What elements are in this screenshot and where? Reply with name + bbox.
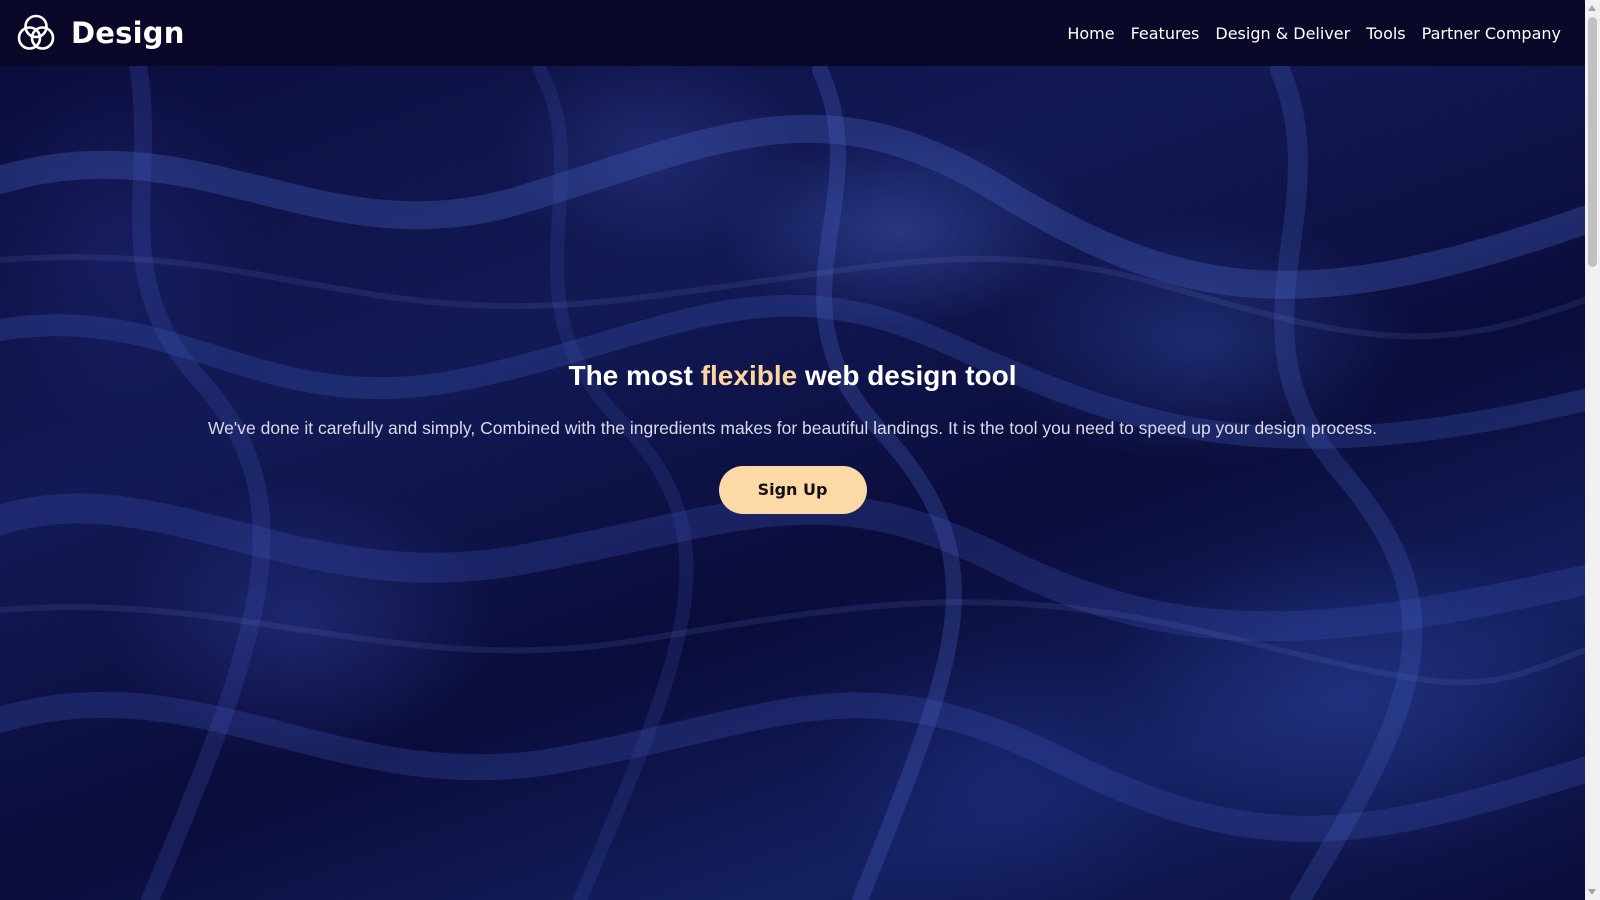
headline-prefix: The most	[568, 360, 701, 391]
headline-suffix: web design tool	[797, 360, 1017, 391]
vertical-scrollbar[interactable]	[1585, 0, 1600, 900]
hero-subtitle: We've done it carefully and simply, Comb…	[207, 418, 1378, 438]
sign-up-button[interactable]: Sign Up	[718, 466, 867, 514]
nav-item-tools[interactable]: Tools	[1366, 24, 1405, 43]
page: Design Home Features Design & Deliver To…	[0, 0, 1585, 900]
nav-item-home[interactable]: Home	[1067, 24, 1114, 43]
scroll-up-arrow-icon[interactable]	[1588, 5, 1596, 11]
scroll-down-arrow-icon[interactable]	[1588, 889, 1596, 895]
headline-accent-word: flexible	[700, 360, 798, 391]
nav-item-features[interactable]: Features	[1131, 24, 1200, 43]
main-nav: Home Features Design & Deliver Tools Par…	[1067, 24, 1561, 43]
three-circles-logo-icon	[17, 14, 55, 50]
nav-item-design-deliver[interactable]: Design & Deliver	[1215, 24, 1350, 43]
brand[interactable]: Design	[15, 12, 185, 54]
brand-name: Design	[71, 16, 185, 50]
hero-headline: The most flexible web design tool	[0, 360, 1585, 392]
navbar: Design Home Features Design & Deliver To…	[0, 0, 1585, 66]
scroll-thumb[interactable]	[1588, 17, 1597, 267]
hero-content: The most flexible web design tool We've …	[0, 360, 1585, 514]
nav-item-partner-company[interactable]: Partner Company	[1422, 24, 1561, 43]
